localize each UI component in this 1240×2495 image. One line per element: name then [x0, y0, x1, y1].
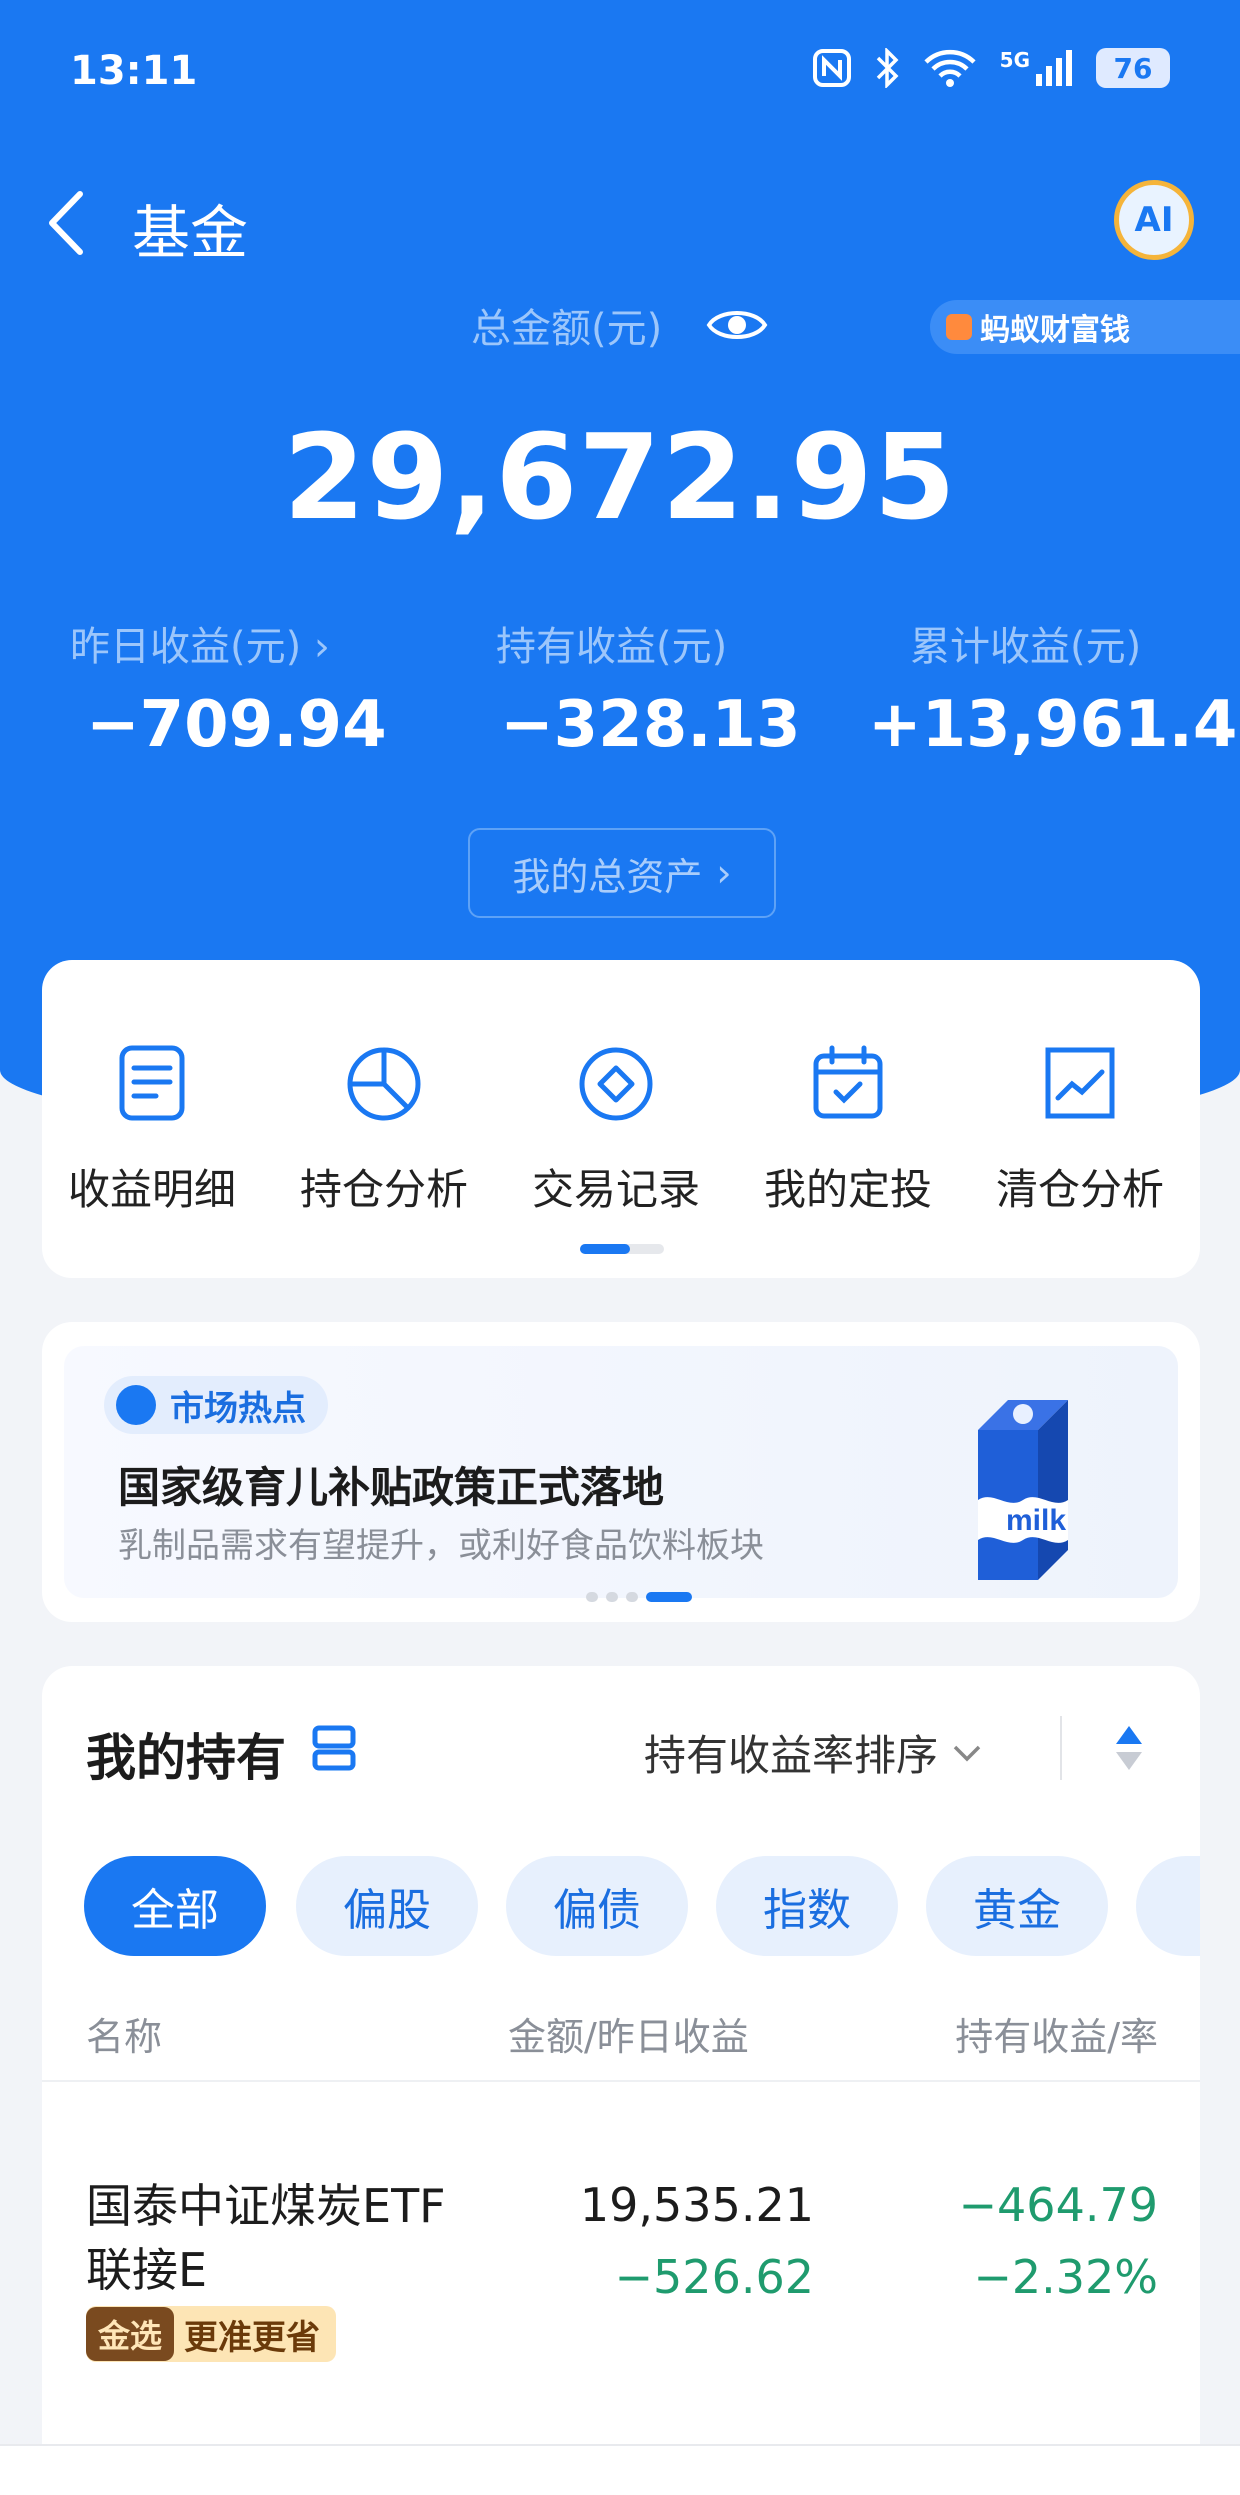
quick-action-auto-invest[interactable]: 我的定投 — [738, 1044, 958, 1217]
holdings-card: 我的持有 持有收益率排序 全部 偏股 偏债 指数 黄金 名称 金额/昨日收益 持… — [42, 1666, 1200, 2495]
fund-hold-profit: −464.79 — [958, 2178, 1159, 2232]
back-icon[interactable] — [44, 188, 90, 258]
market-hot-banner[interactable]: 市场热点 国家级育儿补贴政策正式落地 乳制品需求有望提升，或利好食品饮料板块 m… — [64, 1346, 1178, 1598]
fund-yesterday-profit: −526.62 — [614, 2250, 815, 2304]
column-header-amount[interactable]: 金额/昨日收益 — [508, 2006, 749, 2061]
market-hot-tag-text: 市场热点 — [170, 1388, 306, 1429]
market-hot-tag: 市场热点 — [104, 1376, 328, 1434]
fund-badge-text: 更准更省 — [184, 2317, 321, 2358]
hold-profit-label: 持有收益(元) — [496, 624, 728, 670]
sort-dropdown-label: 持有收益率排序 — [644, 1731, 939, 1780]
network-type: 5G — [999, 48, 1030, 72]
sort-order-icon[interactable] — [1112, 1722, 1146, 1774]
quick-action-label: 我的定投 — [763, 1165, 932, 1214]
market-hot-title: 国家级育儿补贴政策正式落地 — [118, 1463, 665, 1512]
filter-bond[interactable]: 偏债 — [506, 1856, 688, 1956]
fund-badge-tag: 金选 — [86, 2307, 175, 2361]
calendar-check-icon — [813, 1045, 883, 1119]
total-amount-value: 29,672.95 — [283, 408, 957, 546]
quick-action-clearance-analysis[interactable]: 清仓分析 — [970, 1044, 1190, 1217]
quick-actions-pager — [580, 1244, 664, 1254]
flame-icon — [116, 1385, 156, 1425]
total-amount-label-text: 总金额(元) — [471, 306, 663, 352]
hold-profit-value: −328.13 — [500, 688, 801, 762]
milk-carton-icon: milk — [978, 1400, 1068, 1580]
bottom-nav — [0, 2444, 1240, 2495]
filter-all[interactable]: 全部 — [84, 1856, 266, 1956]
yesterday-profit-label[interactable]: 昨日收益(元) › — [70, 614, 330, 672]
trend-chart-icon — [1045, 1047, 1115, 1119]
fund-hold-rate: −2.32% — [973, 2250, 1158, 2304]
page-title: 基金 — [132, 199, 249, 267]
list-view-icon[interactable] — [312, 1724, 356, 1772]
quick-actions-card: 收益明细 持仓分析 交易记录 我的定投 清仓分析 — [42, 960, 1200, 1278]
divider — [1060, 1716, 1062, 1780]
quick-action-label: 收益明细 — [67, 1165, 236, 1214]
wifi-icon — [924, 49, 976, 87]
cumulative-profit-value: +13,961.49 — [868, 688, 1240, 762]
ai-assistant-button[interactable]: AI — [1114, 180, 1194, 260]
signal-icon — [1036, 50, 1072, 86]
quick-action-label: 清仓分析 — [995, 1165, 1164, 1214]
document-icon — [119, 1045, 185, 1121]
market-hot-card[interactable]: 市场热点 国家级育儿补贴政策正式落地 乳制品需求有望提升，或利好食品饮料板块 m… — [42, 1322, 1200, 1622]
diamond-circle-icon — [579, 1047, 653, 1121]
total-assets-button-label: 我的总资产 — [512, 854, 703, 899]
fund-amount: 19,535.21 — [579, 2178, 814, 2232]
total-assets-button[interactable]: 我的总资产 › — [468, 828, 776, 918]
market-hot-pager — [586, 1592, 692, 1602]
total-amount-label: 总金额(元) — [0, 296, 1240, 354]
filter-index[interactable]: 指数 — [716, 1856, 898, 1956]
fund-badge: 金选 更准更省 — [86, 2306, 337, 2362]
battery-indicator: 76 — [1096, 48, 1170, 88]
quick-action-position-analysis[interactable]: 持仓分析 — [274, 1044, 494, 1217]
eye-icon[interactable] — [705, 303, 769, 347]
chevron-down-icon — [953, 1745, 981, 1761]
divider — [42, 2080, 1200, 2082]
cumulative-profit-label: 累计收益(元) — [910, 624, 1142, 670]
filter-more[interactable] — [1136, 1856, 1200, 1956]
quick-action-label: 交易记录 — [531, 1165, 700, 1214]
column-header-hold-profit[interactable]: 持有收益/率 — [955, 2006, 1158, 2061]
quick-action-label: 持仓分析 — [299, 1165, 468, 1214]
svg-text:milk: milk — [1006, 1504, 1066, 1537]
yesterday-profit-value: −709.94 — [86, 688, 387, 762]
market-hot-subtitle: 乳制品需求有望提升，或利好食品饮料板块 — [118, 1526, 764, 1566]
status-icons: 5G 76 — [812, 48, 1170, 88]
filter-equity[interactable]: 偏股 — [296, 1856, 478, 1956]
chevron-right-icon: › — [716, 851, 732, 895]
sort-dropdown[interactable]: 持有收益率排序 — [644, 1722, 982, 1783]
status-time: 13:11 — [70, 48, 198, 94]
fund-type-filters: 全部 偏股 偏债 指数 黄金 — [84, 1856, 1200, 1956]
nfc-icon — [812, 49, 851, 87]
pie-chart-icon — [347, 1047, 421, 1121]
column-header-name: 名称 — [86, 2015, 163, 2059]
fund-name: 国泰中证煤炭ETF联接E — [86, 2179, 446, 2297]
quick-action-trade-records[interactable]: 交易记录 — [506, 1044, 726, 1217]
quick-action-profit-detail[interactable]: 收益明细 — [42, 1044, 262, 1217]
bluetooth-icon — [876, 48, 899, 88]
filter-gold[interactable]: 黄金 — [926, 1856, 1108, 1956]
holdings-title: 我的持有 — [86, 1729, 286, 1787]
